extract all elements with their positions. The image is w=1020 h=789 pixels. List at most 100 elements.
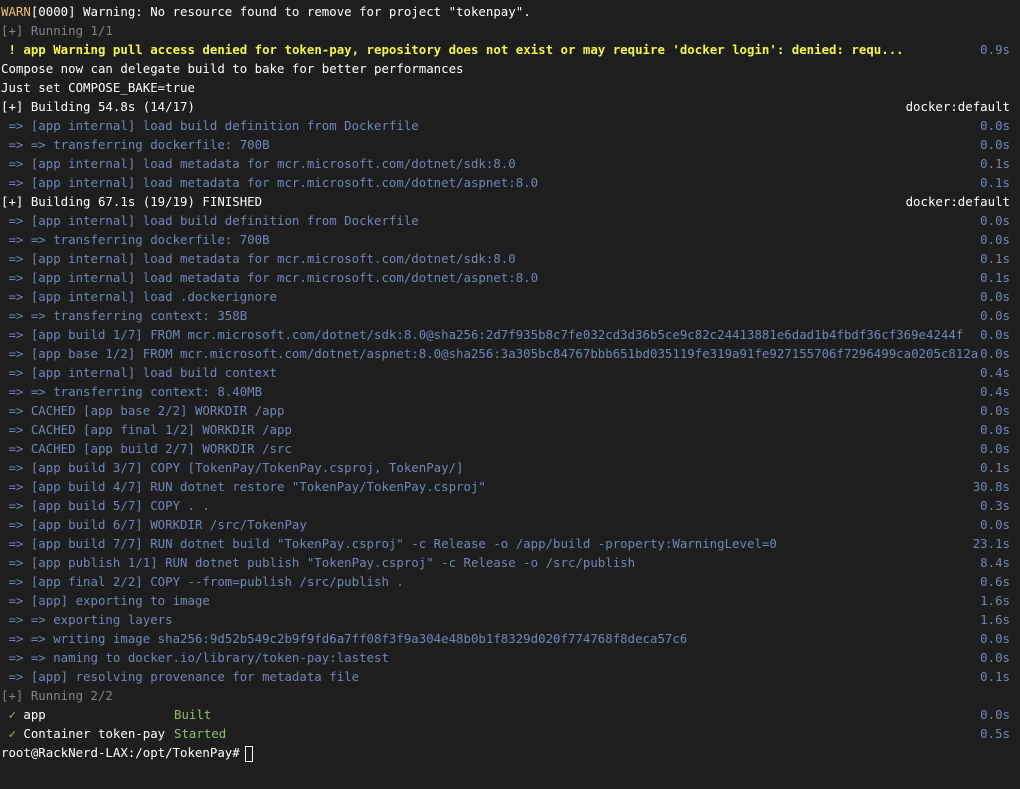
app-warning-message: pull access denied for token-pay, reposi… xyxy=(112,42,904,57)
build-step-row: => [app build 1/7] FROM mcr.microsoft.co… xyxy=(0,325,1020,344)
build-step-time: 0.0s xyxy=(980,403,1010,418)
result-time: 0.5s xyxy=(980,726,1010,741)
build-step-row: => [app final 2/2] COPY --from=publish /… xyxy=(0,572,1020,591)
build-step-time: 23.1s xyxy=(972,536,1010,551)
build-target-1: docker:default xyxy=(905,99,1010,114)
build-step-row: => => transferring context: 8.40MB 0.4s xyxy=(0,382,1020,401)
text-cursor[interactable] xyxy=(244,745,253,762)
build-target-2: docker:default xyxy=(905,194,1010,209)
build-step-text: => CACHED [app final 1/2] WORKDIR /app xyxy=(1,422,292,437)
build-step-row: => => transferring context: 358B 0.0s xyxy=(0,306,1020,325)
build-step-row: => [app publish 1/1] RUN dotnet publish … xyxy=(0,553,1020,572)
build-step-time: 0.4s xyxy=(980,384,1010,399)
terminal-output[interactable]: WARN[0000] Warning: No resource found to… xyxy=(0,0,1020,789)
build-step-time: 0.0s xyxy=(980,422,1010,437)
build-step-time: 0.4s xyxy=(980,365,1010,380)
check-icon: ✓ xyxy=(1,707,24,722)
build-step-time: 0.0s xyxy=(980,650,1010,665)
build-step-text: => => exporting layers xyxy=(1,612,173,627)
build-step-time: 1.6s xyxy=(980,612,1010,627)
build-step-row: => CACHED [app base 2/2] WORKDIR /app 0.0… xyxy=(0,401,1020,420)
running-status-1: [+] Running 1/1 xyxy=(1,23,113,38)
build-step-time: 0.0s xyxy=(980,346,1010,361)
build-step-row: => [app build 7/7] RUN dotnet build "Tok… xyxy=(0,534,1020,553)
build-step-text: => [app build 7/7] RUN dotnet build "Tok… xyxy=(1,536,777,551)
build-step-text: => [app final 2/2] COPY --from=publish /… xyxy=(1,574,404,589)
build-step-time: 0.1s xyxy=(980,156,1010,171)
build-step-time: 0.0s xyxy=(980,308,1010,323)
build-step-row: => CACHED [app final 1/2] WORKDIR /app 0.… xyxy=(0,420,1020,439)
build-step-text: => => transferring dockerfile: 700B xyxy=(1,137,270,152)
build-step-row: => [app internal] load metadata for mcr.… xyxy=(0,173,1020,192)
build-step-text: => => naming to docker.io/library/token-… xyxy=(1,650,389,665)
build-step-time: 0.1s xyxy=(980,270,1010,285)
build-steps-1: => [app internal] load build definition … xyxy=(0,116,1020,192)
build-step-time: 0.0s xyxy=(980,289,1010,304)
build-step-text: => [app internal] load metadata for mcr.… xyxy=(1,156,516,171)
running-status-2: [+] Running 2/2 xyxy=(1,688,113,703)
result-status: Built xyxy=(174,707,212,722)
build-step-row: => => naming to docker.io/library/token-… xyxy=(0,648,1020,667)
app-warning-line: ! app Warning pull access denied for tok… xyxy=(0,40,1020,59)
build-step-row: => [app build 4/7] RUN dotnet restore "T… xyxy=(0,477,1020,496)
app-warning-prefix: ! app Warning xyxy=(1,42,113,57)
warn-line: WARN[0000] Warning: No resource found to… xyxy=(0,2,1020,21)
result-row-app: ✓ app Built 0.0s xyxy=(0,705,1020,724)
build-step-text: => [app] exporting to image xyxy=(1,593,210,608)
warn-tag: WARN xyxy=(1,4,31,19)
build-step-row: => [app internal] load metadata for mcr.… xyxy=(0,268,1020,287)
build-step-row: => [app build 6/7] WORKDIR /src/TokenPay… xyxy=(0,515,1020,534)
build-step-row: => [app base 1/2] FROM mcr.microsoft.com… xyxy=(0,344,1020,363)
build-step-text: => [app build 4/7] RUN dotnet restore "T… xyxy=(1,479,486,494)
build-step-time: 0.0s xyxy=(980,118,1010,133)
build-header-1: [+] Building 54.8s (14/17) docker:default xyxy=(0,97,1020,116)
build-step-row: => [app internal] load build definition … xyxy=(0,211,1020,230)
build-header-1-text: [+] Building 54.8s (14/17) xyxy=(1,99,195,114)
build-header-2-text: [+] Building 67.1s (19/19) FINISHED xyxy=(1,194,263,209)
result-time: 0.0s xyxy=(980,707,1010,722)
build-step-time: 0.1s xyxy=(980,460,1010,475)
shell-prompt: root@RackNerd-LAX:/opt/TokenPay# xyxy=(1,745,240,760)
build-step-text: => => transferring context: 8.40MB xyxy=(1,384,263,399)
build-step-text: => [app build 6/7] WORKDIR /src/TokenPay xyxy=(1,517,307,532)
build-step-text: => [app internal] load build definition … xyxy=(1,118,419,133)
build-step-row: => CACHED [app build 2/7] WORKDIR /src 0.… xyxy=(0,439,1020,458)
build-header-2: [+] Building 67.1s (19/19) FINISHED docke… xyxy=(0,192,1020,211)
build-step-time: 0.6s xyxy=(980,574,1010,589)
build-step-time: 0.1s xyxy=(980,251,1010,266)
build-step-time: 0.0s xyxy=(980,517,1010,532)
build-step-text: => [app build 1/7] FROM mcr.microsoft.co… xyxy=(1,327,964,342)
build-step-row: => => transferring dockerfile: 700B 0.0s xyxy=(0,230,1020,249)
build-step-text: => => transferring dockerfile: 700B xyxy=(1,232,270,247)
build-step-text: => => writing image sha256:9d52b549c2b9f… xyxy=(1,631,688,646)
build-step-row: => [app internal] load .dockerignore 0.0s xyxy=(0,287,1020,306)
bake-line-2: Just set COMPOSE_BAKE=true xyxy=(1,80,195,95)
build-step-time: 0.0s xyxy=(980,327,1010,342)
build-step-time: 0.0s xyxy=(980,232,1010,247)
build-step-text: => [app build 3/7] COPY [TokenPay/TokenP… xyxy=(1,460,464,475)
build-step-text: => => transferring context: 358B xyxy=(1,308,248,323)
build-step-row: => [app internal] load build definition … xyxy=(0,116,1020,135)
build-step-time: 0.3s xyxy=(980,498,1010,513)
shell-prompt-line[interactable]: root@RackNerd-LAX:/opt/TokenPay# xyxy=(0,743,1020,762)
build-step-text: => [app internal] load metadata for mcr.… xyxy=(1,251,516,266)
build-step-text: => [app build 5/7] COPY . . xyxy=(1,498,210,513)
build-step-text: => [app internal] load build definition … xyxy=(1,213,419,228)
build-step-time: 0.1s xyxy=(980,669,1010,684)
build-step-row: => [app build 5/7] COPY . . 0.3s xyxy=(0,496,1020,515)
build-step-row: => [app] resolving provenance for metada… xyxy=(0,667,1020,686)
build-step-row: => [app build 3/7] COPY [TokenPay/TokenP… xyxy=(0,458,1020,477)
result-name: app xyxy=(23,707,46,722)
result-row-container: ✓ Container token-pay Started 0.5s xyxy=(0,724,1020,743)
result-name: Container token-pay xyxy=(23,726,166,741)
build-step-time: 0.1s xyxy=(980,175,1010,190)
build-step-time: 0.0s xyxy=(980,137,1010,152)
warn-message: [0000] Warning: No resource found to rem… xyxy=(30,4,531,19)
build-step-text: => CACHED [app base 2/2] WORKDIR /app xyxy=(1,403,285,418)
build-step-time: 8.4s xyxy=(980,555,1010,570)
app-warning-time: 0.9s xyxy=(980,42,1010,57)
build-step-text: => [app internal] load .dockerignore xyxy=(1,289,278,304)
build-step-text: => [app publish 1/1] RUN dotnet publish … xyxy=(1,555,636,570)
build-step-text: => [app internal] load metadata for mcr.… xyxy=(1,270,539,285)
build-step-text: => [app] resolving provenance for metada… xyxy=(1,669,360,684)
